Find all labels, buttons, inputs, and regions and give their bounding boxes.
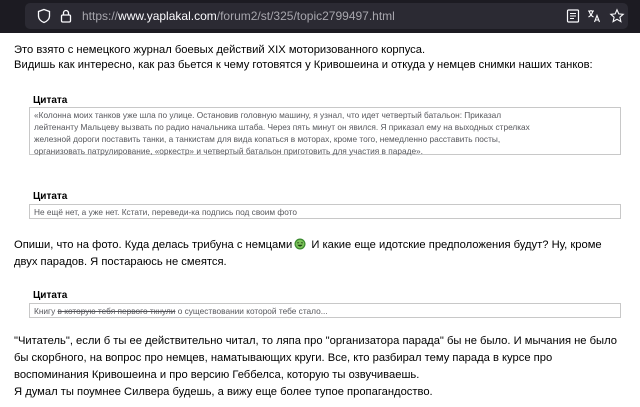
reply-line-2: двух парадов. Я постараюсь не смеятся. xyxy=(14,256,227,268)
quote-3-title: Цитата xyxy=(33,290,68,301)
translate-icon[interactable] xyxy=(586,8,602,24)
url-host: www.yaplakal.com xyxy=(118,9,217,23)
url-text[interactable]: https://www.yaplakal.com/forum2/st/325/t… xyxy=(82,8,395,24)
reply-line-1-end: И какие еще идотские предположения будут… xyxy=(308,239,602,251)
final-line-3: воспоминания Кривошеина и про версию Геб… xyxy=(14,369,420,381)
quote-3-box: Книгу в которую тебя первого ткнули о су… xyxy=(29,303,621,318)
reply-line-1-start: Опиши, что на фото. Куда делась трибуна … xyxy=(14,239,293,251)
final-line-2: бы скорбного, на вопрос про немцев, нама… xyxy=(14,352,553,364)
quote-1-title: Цитата xyxy=(33,95,68,106)
final-line-1: "Читатель", если б ты ее действительно ч… xyxy=(14,335,617,347)
forum-post: Это взято с немецкого журнал боевых дейс… xyxy=(0,33,640,407)
url-path: /forum2/st/325/topic2799497.html xyxy=(216,9,395,23)
quote-1-box: «Колонна моих танков уже шла по улице. О… xyxy=(29,107,621,156)
quote-3-text-start: Книгу xyxy=(34,306,58,316)
address-bar[interactable]: https://www.yaplakal.com/forum2/st/325/t… xyxy=(25,3,628,29)
quote-3-text: Книгу в которую тебя первого ткнули о су… xyxy=(34,305,616,317)
laughing-smiley-icon xyxy=(294,238,306,250)
quote-2-box: Не ещё нет, а уже нет. Кстати, переведи-… xyxy=(29,204,621,219)
lock-icon[interactable] xyxy=(58,8,74,24)
quote-1-line-3: железной дороги поставить танки, а танки… xyxy=(34,134,501,144)
intro-line-2: Видишь как интересно, как раз бьется к ч… xyxy=(14,59,593,71)
url-protocol: https:// xyxy=(82,9,119,23)
quote-1-line-1: «Колонна моих танков уже шла по улице. О… xyxy=(34,110,502,120)
quote-1-line-4: организовать патрулирование, «оркестр» и… xyxy=(34,146,423,156)
quote-2-title: Цитата xyxy=(33,191,68,202)
quote-3-text-end: о существовании которой тебе стало... xyxy=(175,306,328,316)
reply-line-1: Опиши, что на фото. Куда делась трибуна … xyxy=(14,237,602,254)
shield-icon[interactable] xyxy=(36,8,52,24)
quote-1-line-2: лейтенанту Мальцеву вызвать по радио нач… xyxy=(34,122,530,132)
quote-2-text: Не ещё нет, а уже нет. Кстати, переведи-… xyxy=(34,207,297,217)
browser-toolbar: https://www.yaplakal.com/forum2/st/325/t… xyxy=(0,0,640,33)
quote-3-struck-text: в которую тебя первого ткнули xyxy=(57,306,176,316)
bookmark-star-icon[interactable] xyxy=(609,8,625,24)
final-line-4: Я думал ты поумнее Силвера будешь, а виж… xyxy=(14,386,433,398)
reader-view-icon[interactable] xyxy=(565,8,581,24)
